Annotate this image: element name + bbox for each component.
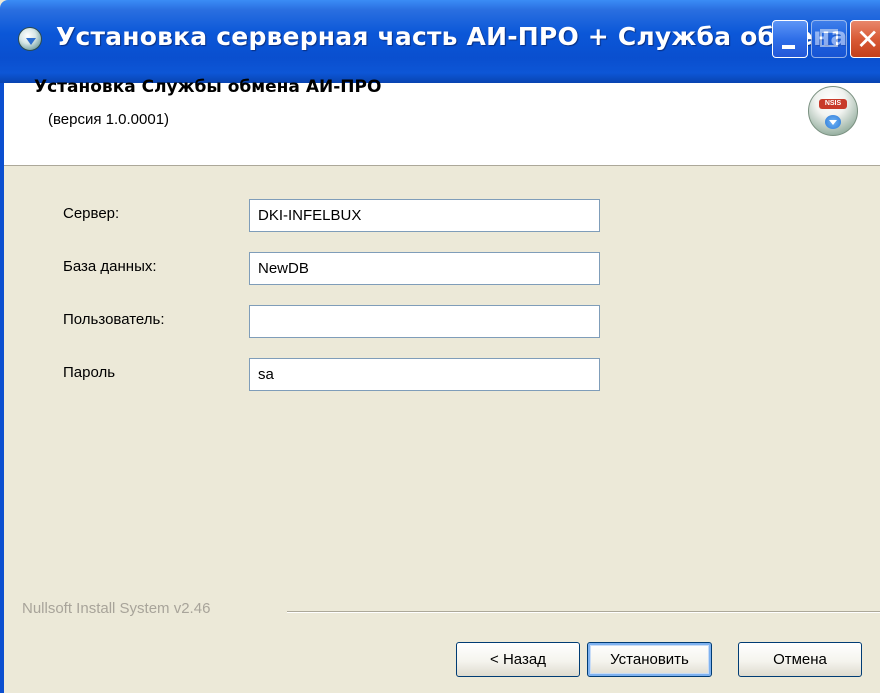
password-label: Пароль: [63, 364, 116, 381]
page-title: Установка Службы обмена АИ-ПРО: [34, 77, 382, 97]
download-arrow-icon: [825, 115, 841, 129]
title-bar[interactable]: Установка серверная часть АИ-ПРО + Служб…: [0, 0, 880, 83]
minimize-button[interactable]: [772, 20, 808, 58]
maximize-icon: [820, 29, 838, 47]
database-input[interactable]: [249, 252, 600, 285]
cancel-button[interactable]: Отмена: [738, 642, 862, 677]
user-input[interactable]: [249, 305, 600, 338]
nsis-badge: NSIS: [819, 99, 847, 109]
back-button[interactable]: < Назад: [456, 642, 580, 677]
nsis-branding: Nullsoft Install System v2.46: [22, 600, 211, 617]
close-icon: ✕: [856, 23, 880, 56]
window-title: Установка серверная часть АИ-ПРО + Служб…: [56, 22, 848, 51]
close-button[interactable]: ✕: [850, 20, 880, 58]
password-input[interactable]: [249, 358, 600, 391]
server-label: Сервер:: [63, 205, 120, 222]
installer-window: Установка серверная часть АИ-ПРО + Служб…: [0, 0, 880, 693]
server-input[interactable]: [249, 199, 600, 232]
nsis-install-icon: NSIS: [808, 86, 858, 136]
window-frame-left: [0, 83, 4, 693]
install-button[interactable]: Установить: [587, 642, 712, 677]
maximize-button: [811, 20, 847, 58]
user-label: Пользователь:: [63, 311, 165, 328]
installer-icon: [18, 27, 42, 51]
version-text: (версия 1.0.0001): [48, 111, 170, 128]
branding-divider: [287, 611, 880, 613]
minimize-icon: [782, 45, 795, 49]
database-label: База данных:: [63, 258, 157, 275]
